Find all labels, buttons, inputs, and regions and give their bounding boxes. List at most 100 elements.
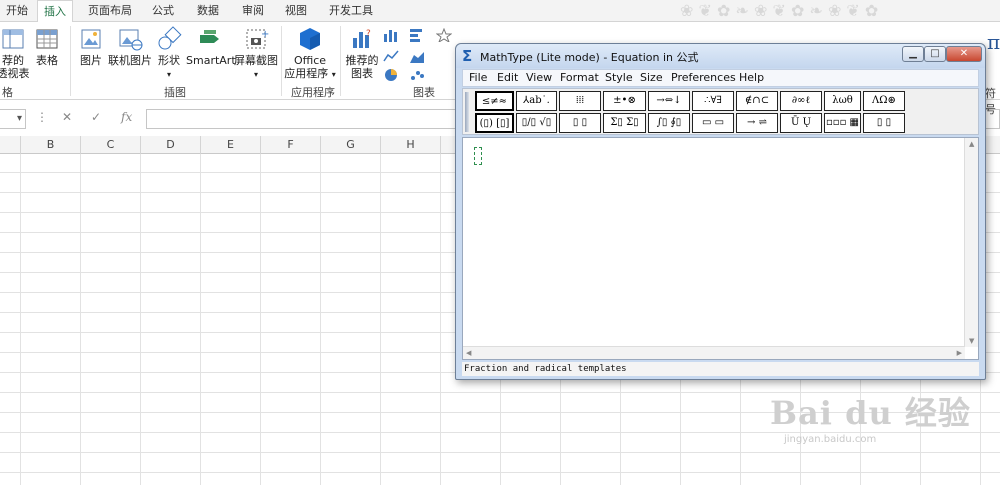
equation-pi-icon[interactable]: π xyxy=(987,30,1000,54)
table-label: 表格 xyxy=(36,54,58,67)
tab-home[interactable]: 开始 xyxy=(0,0,34,22)
shapes-button[interactable]: 形状 ▾ xyxy=(154,26,184,81)
palette-greek-upper[interactable]: ΛΩ⊛ xyxy=(863,91,905,111)
column-header-d[interactable]: D xyxy=(141,136,201,154)
pie-chart-icon[interactable] xyxy=(383,68,399,82)
online-picture-button[interactable]: 联机图片 xyxy=(108,26,152,67)
column-chart-icon[interactable] xyxy=(383,28,399,42)
menu-format[interactable]: Format xyxy=(560,71,599,84)
pivot-label-1: 荐的 xyxy=(2,54,24,67)
palette-products-sets[interactable]: Ū Ų xyxy=(780,113,822,133)
palette-labeled-arrows[interactable]: → ⇌ xyxy=(736,113,778,133)
palette-underbar-overbar[interactable]: ▭ ▭ xyxy=(692,113,734,133)
insertion-slot[interactable] xyxy=(474,147,482,165)
mathtype-titlebar[interactable]: Σ MathType (Lite mode) - Equation in 公式 … xyxy=(456,44,985,68)
mathtype-sigma-icon: Σ xyxy=(462,47,473,65)
palette-boxes[interactable]: ▯ ▯ xyxy=(863,113,905,133)
watermark-brand: Bai du 经验 xyxy=(770,394,971,432)
line-chart-icon[interactable] xyxy=(383,49,399,63)
tab-view[interactable]: 视图 xyxy=(279,0,313,22)
recommended-pivot-button[interactable]: 荐的 透视表 xyxy=(0,26,32,80)
tab-page-layout[interactable]: 页面布局 xyxy=(82,0,138,22)
table-button[interactable]: 表格 xyxy=(32,26,62,67)
column-header-g[interactable]: G xyxy=(321,136,381,154)
name-box[interactable]: ▾ xyxy=(0,109,26,129)
tab-review[interactable]: 审阅 xyxy=(236,0,270,22)
scroll-up-icon[interactable]: ▲ xyxy=(969,140,974,148)
palette-arrows[interactable]: →⇔↓ xyxy=(648,91,690,111)
online-picture-label: 联机图片 xyxy=(108,54,152,67)
menu-view[interactable]: View xyxy=(526,71,552,84)
column-header-f[interactable]: F xyxy=(261,136,321,154)
scroll-down-icon[interactable]: ▼ xyxy=(969,337,974,345)
pivot-table-icon xyxy=(2,29,24,49)
ribbon-divider xyxy=(340,26,341,96)
rec-charts-label-1: 推荐的 xyxy=(345,54,379,67)
insert-function-icon[interactable]: fx xyxy=(121,110,132,124)
column-header-b[interactable]: B xyxy=(21,136,81,154)
palette-spaces-ellipses[interactable]: ⅄ab˙. xyxy=(516,91,557,111)
column-header-e[interactable]: E xyxy=(201,136,261,154)
menu-edit[interactable]: Edit xyxy=(497,71,518,84)
horizontal-scrollbar[interactable]: ◀ ▶ xyxy=(463,346,965,359)
column-header-h[interactable]: H xyxy=(381,136,441,154)
dropdown-arrow-icon: ▾ xyxy=(331,70,336,79)
vertical-scrollbar[interactable]: ▲ ▼ xyxy=(964,138,978,347)
palette-subscript-superscript[interactable]: ▯ ▯ xyxy=(559,113,601,133)
dropdown-arrow-icon: ▾ xyxy=(253,70,258,79)
column-header-a[interactable] xyxy=(0,136,21,154)
column-header-c[interactable]: C xyxy=(81,136,141,154)
palette-fences[interactable]: (▯) [▯] xyxy=(475,113,514,133)
close-button[interactable]: ✕ xyxy=(946,46,982,62)
palette-summation[interactable]: Σ▯ Σ▯ xyxy=(603,113,646,133)
menu-help[interactable]: Help xyxy=(739,71,764,84)
scatter-chart-icon[interactable] xyxy=(409,68,425,82)
cancel-icon[interactable]: ✕ xyxy=(62,110,72,124)
maximize-icon: □ xyxy=(930,48,940,59)
menu-size[interactable]: Size xyxy=(640,71,663,84)
ribbon-tab-bar: 开始 插入 页面布局 公式 数据 审阅 视图 开发工具 ❀ ❦ ✿ ❧ ❀ ❦ … xyxy=(0,0,1000,23)
palette-embellishments[interactable]: ⁞⁞⁞ xyxy=(559,91,601,111)
recommended-charts-button[interactable]: ? 推荐的 图表 xyxy=(343,26,381,80)
palette-greek-lower[interactable]: λωθ xyxy=(824,91,861,111)
template-palette-row: (▯) [▯] ▯/▯ √▯ ▯ ▯ Σ▯ Σ▯ ∫▯ ∮▯ ▭ ▭ → ⇌ Ū… xyxy=(475,113,907,133)
area-chart-icon[interactable] xyxy=(409,49,425,63)
watermark-url: jingyan.baidu.com xyxy=(784,434,877,445)
maximize-button[interactable]: □ xyxy=(924,46,946,62)
scroll-right-icon[interactable]: ▶ xyxy=(957,349,962,357)
menu-file[interactable]: File xyxy=(469,71,487,84)
palette-misc-symbols[interactable]: ∂∞ℓ xyxy=(780,91,822,111)
picture-button[interactable]: 图片 xyxy=(76,26,106,67)
group-apps-label: 应用程序 xyxy=(291,86,335,99)
minimize-button[interactable]: ▁ xyxy=(902,46,924,62)
enter-icon[interactable]: ✓ xyxy=(91,110,101,124)
tab-formulas[interactable]: 公式 xyxy=(146,0,180,22)
palette-matrix[interactable]: ▫▫▫ ▦ xyxy=(824,113,861,133)
palette-relations[interactable]: ≤≠≈ xyxy=(475,91,514,111)
table-icon xyxy=(36,29,58,49)
smartart-button[interactable]: SmartArt xyxy=(186,26,236,67)
tab-insert[interactable]: 插入 xyxy=(37,0,73,23)
palette-operators[interactable]: ±•⊗ xyxy=(603,91,646,111)
menu-style[interactable]: Style xyxy=(605,71,633,84)
scroll-left-icon[interactable]: ◀ xyxy=(466,349,471,357)
palette-set-theory[interactable]: ∉∩⊂ xyxy=(736,91,778,111)
more-icon: ⋮ xyxy=(36,110,48,124)
tab-data[interactable]: 数据 xyxy=(191,0,225,22)
tab-developer[interactable]: 开发工具 xyxy=(323,0,379,22)
screenshot-button[interactable]: + 屏幕截图 ▾ xyxy=(234,26,278,81)
minimize-icon: ▁ xyxy=(909,48,917,59)
palette-logic[interactable]: ∴∀∃ xyxy=(692,91,734,111)
equation-editing-area[interactable]: ▲ ▼ ◀ ▶ xyxy=(462,137,979,360)
office-label-2: 应用程序 xyxy=(284,67,329,80)
bar-chart-icon[interactable] xyxy=(409,28,425,42)
decorative-pattern-icon: ❀ ❦ ✿ ❧ ❀ ❦ ✿ ❧ ❀ ❦ ✿ xyxy=(680,1,879,20)
menu-preferences[interactable]: Preferences xyxy=(671,71,736,84)
toolbar-grip[interactable] xyxy=(465,92,469,132)
palette-integral[interactable]: ∫▯ ∮▯ xyxy=(648,113,690,133)
group-tables-label: 格 xyxy=(2,86,13,99)
hierarchy-chart-icon[interactable] xyxy=(436,28,452,42)
recommended-charts-icon: ? xyxy=(353,29,371,48)
palette-fraction-radical[interactable]: ▯/▯ √▯ xyxy=(516,113,557,133)
office-apps-button[interactable]: Office 应用程序 ▾ xyxy=(284,26,336,81)
